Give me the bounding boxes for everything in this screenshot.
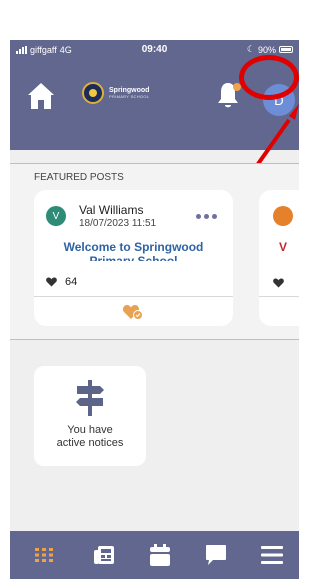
school-logo: Springwood PRIMARY SCHOOL [82, 82, 149, 104]
next-author-avatar [273, 206, 293, 226]
heart-icon [273, 278, 284, 288]
school-logo-text: Springwood PRIMARY SCHOOL [109, 87, 149, 99]
section-divider [10, 339, 299, 340]
school-crest [82, 82, 104, 104]
more-dots-icon [196, 213, 201, 219]
post-author: Val Williams [79, 203, 144, 217]
tab-dashboard[interactable] [30, 541, 58, 569]
post-likes: 64 [46, 276, 77, 288]
dashboard-icon [35, 548, 53, 562]
tab-menu[interactable] [258, 541, 286, 569]
react-button[interactable] [122, 303, 144, 321]
next-post-title: V [279, 240, 288, 254]
post-date: 18/07/2023 11:51 [79, 218, 157, 229]
school-subtitle: PRIMARY SCHOOL [109, 94, 150, 99]
moon-icon: ☾ [246, 44, 255, 54]
school-name: Springwood [109, 87, 150, 94]
next-post-card[interactable]: V [259, 190, 299, 326]
page-margin-left [0, 0, 10, 579]
author-avatar: V [46, 206, 66, 226]
notices-line-2: active notices [56, 437, 124, 449]
status-right: ☾ 90% [247, 44, 293, 55]
card-divider [259, 296, 299, 297]
messages-icon [206, 545, 226, 565]
menu-icon [261, 546, 283, 564]
home-button[interactable] [26, 80, 56, 112]
notices-line-1: You have [67, 424, 113, 436]
calendar-icon [150, 544, 170, 566]
notifications-button[interactable] [215, 80, 241, 110]
notices-card[interactable]: You have active notices [34, 366, 146, 466]
featured-post-card[interactable]: V Val Williams 18/07/2023 11:51 Welcome … [34, 190, 233, 326]
featured-posts-title: FEATURED POSTS [34, 172, 124, 183]
tab-news[interactable] [90, 541, 118, 569]
news-icon [94, 546, 114, 564]
like-count: 64 [65, 276, 78, 288]
post-title-continued: Primary School [89, 254, 178, 261]
heart-icon [46, 277, 57, 287]
bell-icon [218, 83, 241, 108]
card-divider [34, 296, 233, 297]
tab-calendar[interactable] [146, 541, 174, 569]
page-margin-right [299, 0, 309, 579]
battery-percent: 90% [257, 44, 276, 55]
bottom-tab-bar [10, 531, 299, 579]
signpost-icon [76, 380, 104, 416]
heart-react-icon [123, 305, 143, 320]
post-title[interactable]: Welcome to Springwood [34, 240, 233, 254]
notices-text: You have active notices [34, 424, 146, 450]
more-options-button[interactable] [196, 212, 220, 220]
home-icon [28, 83, 54, 109]
tab-messages[interactable] [202, 541, 230, 569]
app-screen: giffgaff 4G 09:40 ☾ 90% Springwood PRIMA… [10, 40, 299, 579]
battery-icon [279, 46, 293, 53]
highlight-circle [239, 55, 299, 100]
